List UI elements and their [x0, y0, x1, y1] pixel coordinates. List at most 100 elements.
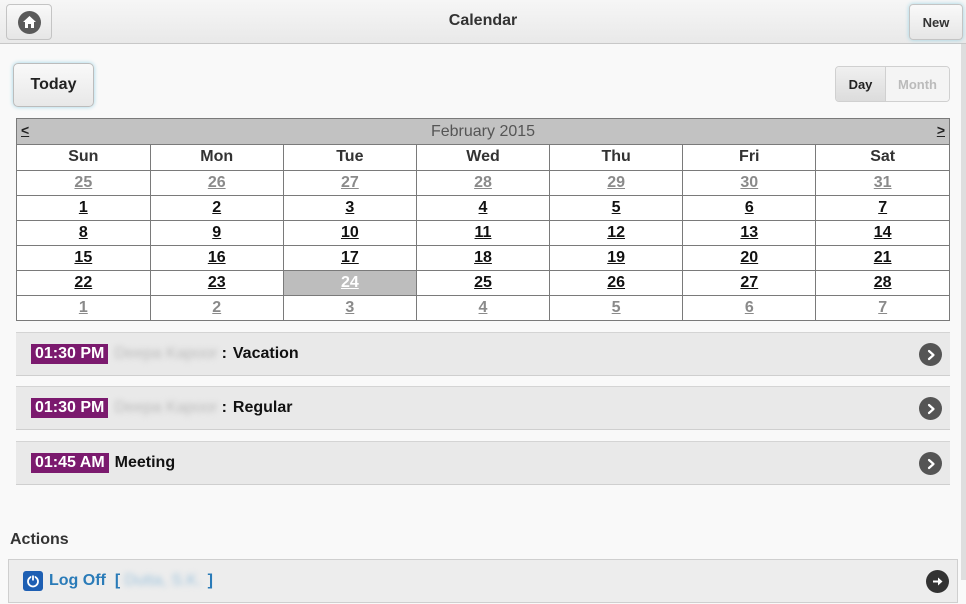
calendar-day-link[interactable]: 29 — [607, 174, 625, 191]
calendar-day-cell[interactable]: 29 — [549, 169, 684, 196]
calendar-day-link[interactable]: 3 — [345, 199, 354, 216]
calendar-day-cell[interactable]: 16 — [149, 244, 284, 271]
calendar-day-link[interactable]: 1 — [79, 299, 88, 316]
calendar-day-cell[interactable]: 10 — [282, 219, 417, 246]
view-toggle: Day Month — [835, 66, 950, 102]
calendar-day-link[interactable]: 6 — [745, 299, 754, 316]
calendar-day-cell[interactable]: 26 — [149, 169, 284, 196]
calendar-day-link[interactable]: 28 — [474, 174, 492, 191]
calendar-day-cell[interactable]: 4 — [415, 194, 551, 221]
event-item[interactable]: 01:30 PM Deepa Kapoor: Vacation — [16, 332, 950, 376]
calendar-day-link[interactable]: 6 — [745, 199, 754, 216]
calendar-month-title: February 2015 — [430, 123, 536, 140]
calendar-day-cell[interactable]: 20 — [682, 244, 817, 271]
calendar-day-link[interactable]: 30 — [740, 174, 758, 191]
scrollbar[interactable] — [961, 44, 966, 580]
calendar-day-cell[interactable]: 6 — [682, 194, 817, 221]
calendar-day-link[interactable]: 25 — [474, 274, 492, 291]
calendar-day-link[interactable]: 3 — [345, 299, 354, 316]
calendar-day-cell[interactable]: 13 — [682, 219, 817, 246]
month-view-button[interactable]: Month — [886, 67, 949, 101]
calendar-day-link[interactable]: 17 — [341, 249, 359, 266]
calendar-day-cell[interactable]: 3 — [282, 294, 417, 320]
event-separator: : — [221, 399, 227, 416]
calendar-day-link[interactable]: 27 — [740, 274, 758, 291]
today-button[interactable]: Today — [13, 63, 94, 107]
calendar-day-link[interactable]: 31 — [874, 174, 892, 191]
calendar-day-link[interactable]: 2 — [212, 199, 221, 216]
calendar-day-link[interactable]: 26 — [607, 274, 625, 291]
calendar-day-link[interactable]: 13 — [740, 224, 758, 241]
calendar-day-link[interactable]: 5 — [612, 199, 621, 216]
calendar-day-cell[interactable]: 6 — [682, 294, 817, 320]
calendar-day-cell[interactable]: 30 — [682, 169, 817, 196]
calendar-day-cell[interactable]: 8 — [17, 219, 151, 246]
event-person: Deepa Kapoor — [114, 399, 218, 416]
calendar-day-link[interactable]: 22 — [74, 274, 92, 291]
calendar-day-cell[interactable]: 3 — [282, 194, 417, 221]
calendar-day-cell[interactable]: 1 — [17, 294, 151, 320]
event-item[interactable]: 01:45 AM Meeting — [16, 441, 950, 485]
calendar-day-cell[interactable]: 28 — [815, 269, 949, 296]
calendar-day-cell[interactable]: 18 — [415, 244, 551, 271]
calendar-day-cell[interactable]: 27 — [282, 169, 417, 196]
calendar-day-cell[interactable]: 7 — [815, 294, 949, 320]
calendar-day-link[interactable]: 19 — [607, 249, 625, 266]
calendar-day-today[interactable]: 24 — [282, 269, 417, 296]
calendar-day-cell[interactable]: 14 — [815, 219, 949, 246]
calendar-day-link[interactable]: 10 — [341, 224, 359, 241]
calendar-day-link[interactable]: 9 — [212, 224, 221, 241]
calendar-day-link[interactable]: 28 — [874, 274, 892, 291]
calendar-day-cell[interactable]: 11 — [415, 219, 551, 246]
calendar-day-cell[interactable]: 26 — [549, 269, 684, 296]
calendar-day-link[interactable]: 5 — [612, 299, 621, 316]
calendar-day-link[interactable]: 20 — [740, 249, 758, 266]
calendar-day-link[interactable]: 23 — [208, 274, 226, 291]
calendar-day-cell[interactable]: 1 — [17, 194, 151, 221]
calendar-day-link[interactable]: 11 — [475, 224, 492, 241]
calendar-day-cell[interactable]: 7 — [815, 194, 949, 221]
calendar-day-link[interactable]: 7 — [878, 299, 887, 316]
calendar-day-link[interactable]: 24 — [341, 274, 359, 291]
calendar-day-link[interactable]: 15 — [74, 249, 92, 266]
calendar-day-link[interactable]: 21 — [874, 249, 892, 266]
calendar-day-link[interactable]: 4 — [479, 199, 488, 216]
calendar-day-cell[interactable]: 25 — [17, 169, 151, 196]
calendar-day-cell[interactable]: 5 — [549, 294, 684, 320]
calendar-day-link[interactable]: 18 — [474, 249, 492, 266]
calendar-day-link[interactable]: 4 — [479, 299, 488, 316]
calendar-day-cell[interactable]: 28 — [415, 169, 551, 196]
calendar-day-cell[interactable]: 2 — [149, 294, 284, 320]
calendar-day-cell[interactable]: 5 — [549, 194, 684, 221]
calendar-day-link[interactable]: 1 — [79, 199, 88, 216]
calendar-day-cell[interactable]: 12 — [549, 219, 684, 246]
event-item[interactable]: 01:30 PM Deepa Kapoor: Regular — [16, 386, 950, 430]
calendar-day-cell[interactable]: 23 — [149, 269, 284, 296]
calendar-day-link[interactable]: 14 — [874, 224, 892, 241]
calendar-day-cell[interactable]: 2 — [149, 194, 284, 221]
calendar-day-cell[interactable]: 9 — [149, 219, 284, 246]
calendar-day-link[interactable]: 12 — [607, 224, 625, 241]
calendar-day-cell[interactable]: 27 — [682, 269, 817, 296]
calendar-day-link[interactable]: 16 — [208, 249, 226, 266]
calendar-day-cell[interactable]: 17 — [282, 244, 417, 271]
next-month-link[interactable]: > — [937, 122, 945, 138]
calendar-day-link[interactable]: 27 — [341, 174, 359, 191]
calendar-day-link[interactable]: 25 — [74, 174, 92, 191]
calendar-day-link[interactable]: 7 — [878, 199, 887, 216]
calendar-day-cell[interactable]: 15 — [17, 244, 151, 271]
calendar-day-cell[interactable]: 22 — [17, 269, 151, 296]
logoff-button[interactable]: Log Off [ Dutta, S.K. ] — [8, 559, 958, 603]
calendar-day-cell[interactable]: 31 — [815, 169, 949, 196]
calendar-day-cell[interactable]: 19 — [549, 244, 684, 271]
calendar-day-cell[interactable]: 21 — [815, 244, 949, 271]
calendar-week-row: 15 16 17 18 19 20 21 — [17, 244, 949, 271]
weekday-header: Sat — [815, 145, 949, 171]
day-view-button[interactable]: Day — [836, 67, 886, 101]
calendar-day-link[interactable]: 2 — [212, 299, 221, 316]
calendar-day-link[interactable]: 8 — [79, 224, 88, 241]
calendar-day-link[interactable]: 26 — [208, 174, 226, 191]
new-button[interactable]: New — [909, 4, 963, 40]
calendar-day-cell[interactable]: 25 — [415, 269, 551, 296]
calendar-day-cell[interactable]: 4 — [415, 294, 551, 320]
